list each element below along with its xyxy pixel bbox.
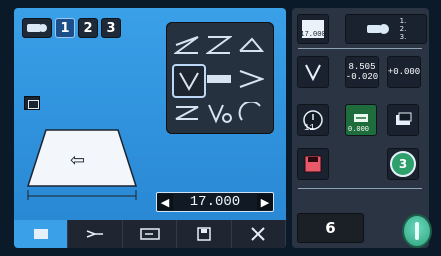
die-vc-icon[interactable] <box>204 98 234 128</box>
step-1-label: 1. <box>399 17 407 25</box>
tab-save[interactable] <box>177 220 232 248</box>
sheet-plate: ⇦ <box>26 126 138 208</box>
die-peak-icon[interactable] <box>236 30 266 60</box>
die-z-icon[interactable] <box>204 30 234 60</box>
die-offset-icon[interactable] <box>172 98 202 128</box>
view-toggle-icon[interactable] <box>24 96 40 110</box>
tab-part[interactable] <box>14 220 69 248</box>
start-button[interactable] <box>402 214 432 248</box>
tool-icon[interactable] <box>22 18 52 38</box>
bend-tab-bar: 1 2 3 <box>22 18 121 38</box>
window-icon[interactable] <box>387 104 419 136</box>
divider <box>298 48 422 49</box>
value-display[interactable]: 17.000 <box>173 194 257 210</box>
decrement-arrow-icon[interactable]: ◀ <box>157 194 173 210</box>
offset-readout[interactable]: +0.000 <box>387 56 421 88</box>
position-top: 8.505 <box>348 62 376 72</box>
gauge-value: 0.000 <box>348 126 370 134</box>
step-number: 3 <box>390 151 416 177</box>
position-bottom: -0.020 <box>345 72 379 82</box>
gauge-button[interactable]: 0.000 <box>345 104 377 136</box>
timer-value: 11 <box>304 123 315 133</box>
plate-direction-arrow: ⇦ <box>70 150 86 171</box>
program-button[interactable]: 17.000 <box>297 14 329 44</box>
program-tile-label: 17.000 <box>300 31 326 39</box>
bottom-toolbar <box>14 220 286 248</box>
increment-arrow-icon[interactable]: ▶ <box>257 194 273 210</box>
tab-bend[interactable] <box>68 220 123 248</box>
tab-import[interactable] <box>123 220 178 248</box>
save-red-icon[interactable] <box>297 148 329 180</box>
tab-1[interactable]: 1 <box>55 18 75 38</box>
step-3-label: 3. <box>399 33 407 41</box>
control-panel: 17.000 1. 2. 3. 8.505 -0.020 +0.000 11 0… <box>292 8 432 248</box>
tab-2[interactable]: 2 <box>78 18 98 38</box>
die-radius-icon[interactable] <box>236 98 266 128</box>
die-flat-icon[interactable] <box>204 64 234 94</box>
position-readout[interactable]: 8.505 -0.020 <box>345 56 379 88</box>
die-v-right-icon[interactable] <box>236 64 266 94</box>
tab-3[interactable]: 3 <box>101 18 121 38</box>
timer-button[interactable]: 11 <box>297 104 329 136</box>
die-v-button[interactable] <box>297 56 329 88</box>
step-number-badge[interactable]: 3 <box>387 148 419 180</box>
offset-value: +0.000 <box>387 67 421 77</box>
value-input[interactable]: ◀ 17.000 ▶ <box>156 192 274 212</box>
machine-hmi: 1 2 3 ⇦ ◀ 17.000 ▶ 17.000 1. 2. 3. 8.505… <box>0 0 441 256</box>
die-v-selected-icon[interactable] <box>172 64 206 98</box>
die-v-left-icon[interactable] <box>172 30 202 60</box>
cycle-counter[interactable]: 6 <box>297 213 364 243</box>
program-steps-button[interactable]: 1. 2. 3. <box>345 14 427 44</box>
tab-tools[interactable] <box>232 220 286 248</box>
step-2-label: 2. <box>399 25 407 33</box>
die-selector <box>166 22 274 134</box>
divider <box>298 188 422 189</box>
bend-editor-panel: 1 2 3 ⇦ ◀ 17.000 ▶ <box>14 8 286 248</box>
